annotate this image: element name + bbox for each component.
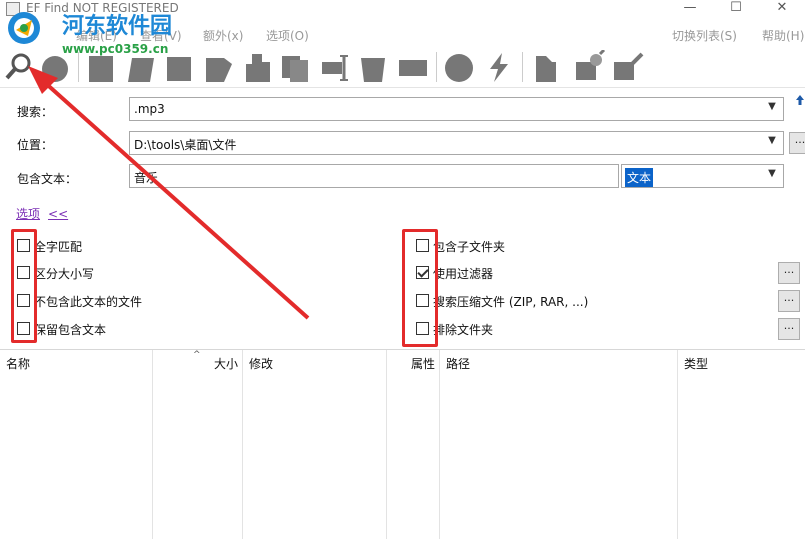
delete-icon[interactable] (356, 50, 390, 84)
flash-icon[interactable] (482, 50, 516, 84)
toolbar-separator (436, 52, 437, 82)
search-icon[interactable] (2, 50, 36, 84)
plugin-icon[interactable] (572, 50, 606, 84)
checkbox-label: 排除文件夹 (433, 323, 494, 337)
search-combo[interactable]: .mp3 ▼ (129, 97, 784, 121)
filter-settings-button[interactable]: ... (778, 262, 800, 284)
options-chevron[interactable]: << (48, 207, 68, 221)
menu-help[interactable]: 帮助(H) (762, 27, 804, 44)
toolbar (0, 46, 805, 88)
tools-icon[interactable] (610, 50, 644, 84)
bookmark-icon[interactable] (528, 50, 562, 84)
checkbox-label: 包含子文件夹 (433, 240, 506, 254)
text-mode-value[interactable]: 文本 (625, 168, 654, 187)
column-path-label: 路径 (446, 357, 471, 371)
text-input[interactable]: 音乐 (134, 169, 158, 186)
column-header-size[interactable]: 大小 (153, 350, 242, 372)
search-input[interactable]: .mp3 (134, 102, 165, 116)
maximize-button[interactable]: ☐ (713, 0, 759, 18)
checkbox-label: 不包含此文本的文件 (34, 295, 143, 309)
stop-icon[interactable] (38, 50, 72, 84)
open-file-icon[interactable] (124, 50, 158, 84)
column-divider[interactable] (386, 350, 387, 539)
close-button[interactable]: ✕ (759, 0, 805, 18)
options-link-label[interactable]: 选项 (16, 207, 40, 221)
minimize-button[interactable]: — (667, 0, 713, 18)
checkbox-label: 全字匹配 (34, 240, 83, 254)
column-name-label: 名称 (6, 357, 31, 371)
menu-extra[interactable]: 额外(x) (203, 27, 243, 44)
copy-icon[interactable] (240, 50, 274, 84)
checkbox-label: 搜索压缩文件 (ZIP, RAR, ...) (433, 295, 589, 309)
archive-settings-button[interactable]: ... (778, 290, 800, 312)
text-input-box[interactable]: 音乐 (129, 164, 619, 188)
exclude-settings-button[interactable]: ... (778, 318, 800, 340)
column-header-modified[interactable]: 修改 (243, 350, 386, 372)
results-list[interactable]: 名称 ^ 大小 修改 属性 路径 类型 (0, 349, 805, 539)
location-combo[interactable]: D:\tools\桌面\文件 ▼ (129, 131, 784, 155)
checkbox-label: 保留包含文本 (34, 323, 107, 337)
location-input[interactable]: D:\tools\桌面\文件 (134, 136, 236, 153)
toolbar-separator (522, 52, 523, 82)
chevron-down-icon[interactable]: ▼ (765, 135, 779, 151)
column-attributes-label: 属性 (410, 357, 435, 371)
search-label: 搜索： (17, 105, 54, 119)
options-toggle-link[interactable]: 选项 << (16, 205, 68, 222)
column-header-path[interactable]: 路径 (440, 350, 677, 372)
column-header-attributes[interactable]: 属性 (387, 350, 439, 372)
annotation-box-left (11, 229, 37, 343)
collapse-up-icon[interactable] (795, 94, 805, 106)
move-icon[interactable] (318, 50, 352, 84)
duplicate-icon[interactable] (278, 50, 312, 84)
column-header-name[interactable]: 名称 (0, 350, 152, 372)
column-type-label: 类型 (684, 357, 709, 371)
chevron-down-icon[interactable]: ▼ (765, 101, 779, 117)
column-divider[interactable] (439, 350, 440, 539)
annotation-box-right (402, 229, 438, 347)
checkbox-label: 区分大小写 (34, 267, 95, 281)
chevron-down-icon[interactable]: ▼ (765, 168, 779, 184)
text-label: 包含文本： (17, 172, 78, 186)
menu-switch-list[interactable]: 切换列表(S) (672, 27, 737, 44)
toolbar-separator (78, 52, 79, 82)
column-divider[interactable] (152, 350, 153, 539)
location-browse-button[interactable]: ... (789, 132, 805, 154)
column-header-type[interactable]: 类型 (678, 350, 805, 372)
column-divider[interactable] (677, 350, 678, 539)
column-divider[interactable] (242, 350, 243, 539)
save-icon[interactable] (162, 50, 196, 84)
column-modified-label: 修改 (249, 357, 274, 371)
watermark-logo-icon (8, 12, 40, 44)
location-label: 位置： (17, 138, 54, 152)
properties-icon[interactable] (442, 50, 476, 84)
rename-icon[interactable] (396, 50, 430, 84)
menu-options[interactable]: 选项(O) (266, 27, 309, 44)
text-mode-select[interactable]: 文本 ▼ (621, 164, 784, 188)
watermark-name: 河东软件园 (62, 13, 173, 39)
column-size-label: 大小 (213, 357, 238, 371)
new-file-icon[interactable] (84, 50, 118, 84)
edit-icon[interactable] (202, 50, 236, 84)
checkbox-label: 使用过滤器 (433, 267, 494, 281)
